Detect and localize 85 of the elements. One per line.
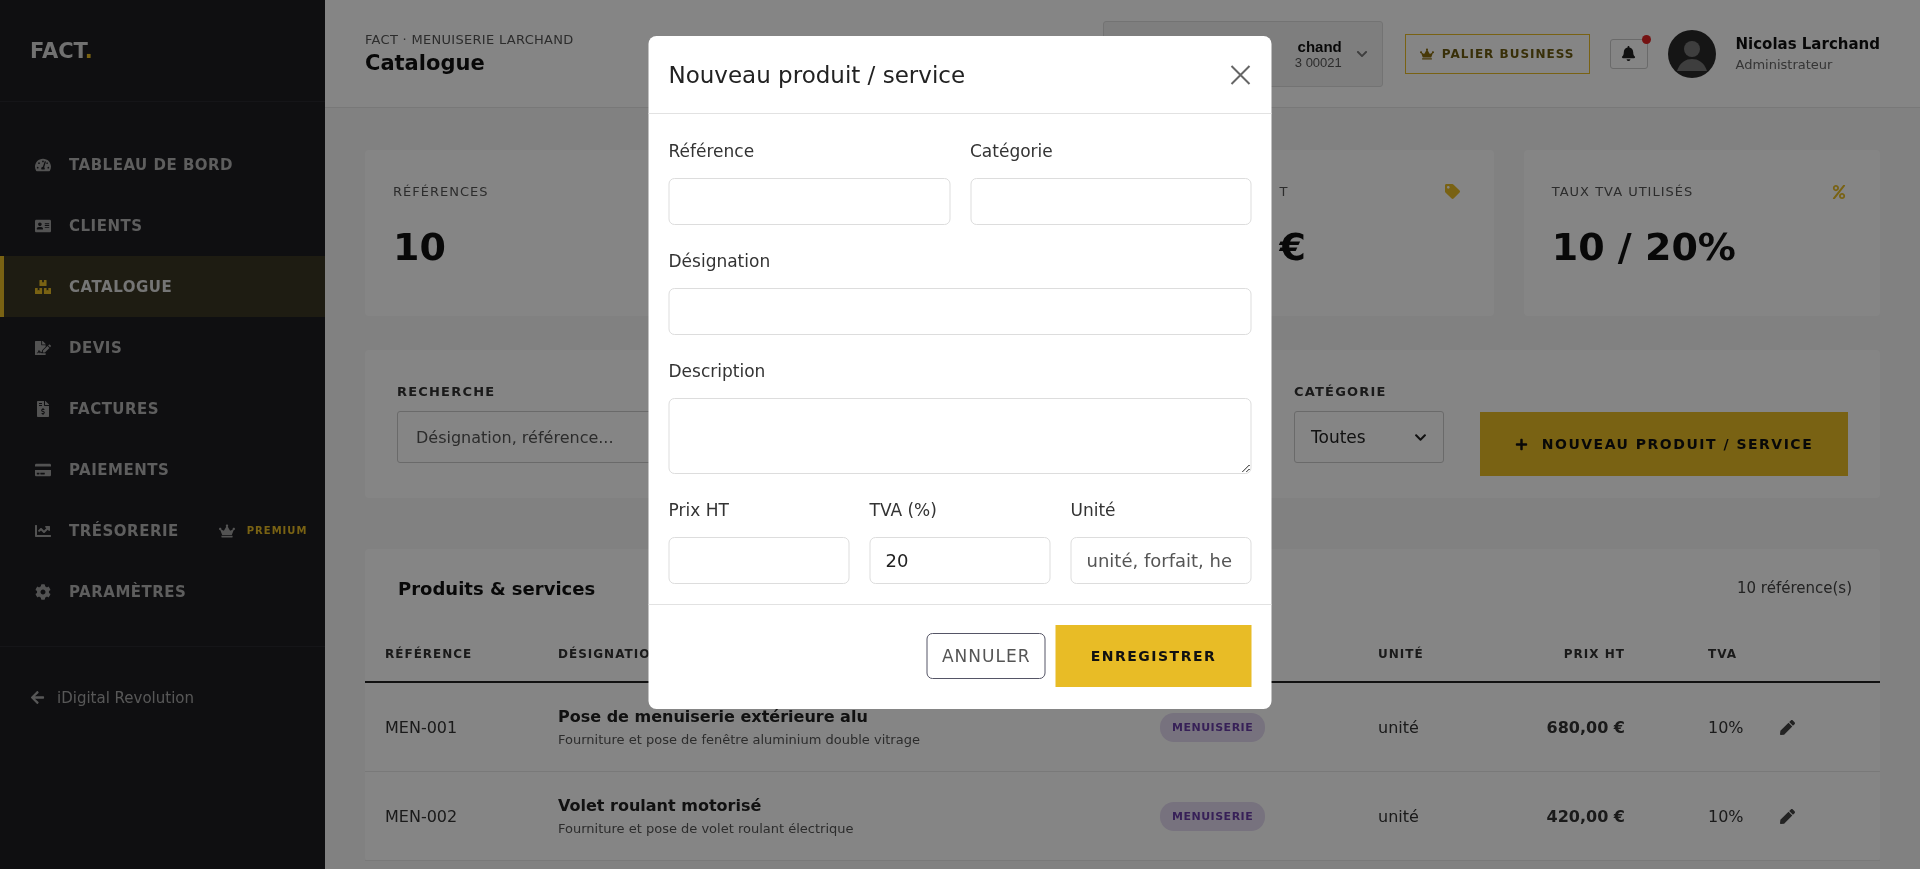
field-label: Désignation [668, 250, 772, 273]
plus-icon [1514, 437, 1528, 451]
table-cell: 420,00 € [1546, 806, 1625, 826]
column-header: PRIX HT [1563, 647, 1625, 661]
stat-value: € [1279, 225, 1307, 269]
stat-label: T [1279, 184, 1289, 199]
column-header: UNITÉ [1378, 647, 1424, 661]
field-label: Référence [668, 140, 756, 163]
close-button[interactable] [1229, 63, 1252, 86]
table-cell-text: 10% [1707, 806, 1744, 826]
sidebar-item[interactable]: TRÉSORERIE PREMIUM [0, 500, 325, 561]
tag-icon [1444, 184, 1460, 199]
input-field[interactable] [668, 288, 1252, 335]
logo: FACT. [30, 38, 93, 63]
sidebar-item[interactable]: TABLEAU DE BORD [0, 134, 325, 195]
field-label: Prix HT [668, 499, 730, 522]
user-avatar [1667, 29, 1716, 78]
settings-icon [35, 583, 51, 600]
boxes-icon [35, 278, 51, 295]
back-link[interactable]: iDigital Revolution [30, 688, 195, 707]
table-cell: MEN-001 [385, 717, 458, 737]
table-cell: MEN-002 [385, 806, 458, 826]
table-cell: unité [1378, 717, 1419, 737]
product-description: Fourniture et pose de volet roulant électrique [558, 821, 855, 836]
description-field[interactable] [668, 398, 1252, 474]
plan-badge: PALIER BUSINESS [1404, 33, 1590, 74]
page-title: Catalogue [365, 51, 486, 75]
field-label: TVA (%) [869, 499, 938, 522]
input-field[interactable] [668, 178, 950, 225]
column-header: TVA [1707, 647, 1737, 661]
invoice-icon [35, 400, 51, 417]
user-role: Administrateur [1735, 57, 1834, 72]
category-label: CATÉGORIE [1294, 384, 1388, 399]
arrow-left-icon [30, 690, 45, 705]
company-number: 3 00021 [1294, 54, 1342, 70]
reference-count: 10 référence(s) [1737, 579, 1852, 597]
crown-icon [1419, 46, 1434, 61]
sidebar-item[interactable]: DEVIS [0, 317, 325, 378]
notifications-button[interactable] [1609, 38, 1648, 69]
company-name: chand [1297, 37, 1342, 55]
input-field[interactable] [970, 178, 1252, 225]
premium-label: PREMIUM [246, 525, 308, 536]
save-button[interactable]: ENREGISTRER [1055, 625, 1252, 687]
gauge-icon [35, 156, 51, 173]
pencil-icon[interactable] [1780, 808, 1795, 824]
category-select[interactable]: Toutes [1294, 411, 1444, 463]
modal-title: Nouveau produit / service [668, 61, 966, 88]
input-field[interactable]: 20 [869, 537, 1051, 584]
cancel-button[interactable]: ANNULER [926, 633, 1046, 679]
table-cell: unité [1378, 806, 1419, 826]
sidebar-item[interactable]: PAIEMENTS [0, 439, 325, 500]
category-tag: MENUISERIE [1160, 801, 1266, 831]
pencil-icon[interactable] [1780, 719, 1795, 735]
user-name: Nicolas Larchand [1735, 35, 1880, 53]
category-tag: MENUISERIE [1160, 712, 1266, 742]
field-label: Description [668, 360, 767, 383]
column-header: RÉFÉRENCE [385, 647, 473, 661]
sidebar-item[interactable]: PARAMÈTRES [0, 561, 325, 622]
credit-card-icon [35, 461, 51, 478]
field-label: Unité [1070, 499, 1117, 522]
product-description: Fourniture et pose de fenêtre aluminium double vitrage [558, 732, 921, 747]
input-field[interactable]: unité, forfait, he [1070, 537, 1252, 584]
sidebar-item[interactable]: CATALOGUE [0, 256, 325, 317]
line-chart-icon [35, 522, 51, 539]
product-title: Volet roulant motorisé [558, 796, 763, 815]
breadcrumb: FACT · MENUISERIE LARCHAND [365, 32, 574, 47]
stat-label: RÉFÉRENCES [393, 184, 489, 199]
table-cell-text: 10% [1707, 717, 1744, 737]
new-product-button[interactable]: NOUVEAU PRODUIT / SERVICE [1480, 412, 1848, 476]
stat-value: 10 / 20% [1551, 225, 1737, 269]
sidebar-item[interactable]: FACTURES [0, 378, 325, 439]
input-field[interactable] [668, 537, 850, 584]
search-label: RECHERCHE [397, 384, 497, 399]
table-cell: 680,00 € [1546, 717, 1625, 737]
contact-card-icon [35, 217, 51, 234]
sidebar-item[interactable]: CLIENTS [0, 195, 325, 256]
signed-document-icon [35, 339, 51, 356]
bell-icon [1621, 46, 1636, 61]
field-label: Catégorie [970, 140, 1054, 163]
stat-label: TAUX TVA UTILISÉS [1551, 184, 1694, 199]
product-title: Pose de menuiserie extérieure alu [558, 707, 869, 726]
crown-icon [218, 522, 235, 539]
table-title: Produits & services [398, 577, 596, 599]
close-icon [1229, 63, 1252, 86]
percent-icon [1832, 184, 1846, 199]
